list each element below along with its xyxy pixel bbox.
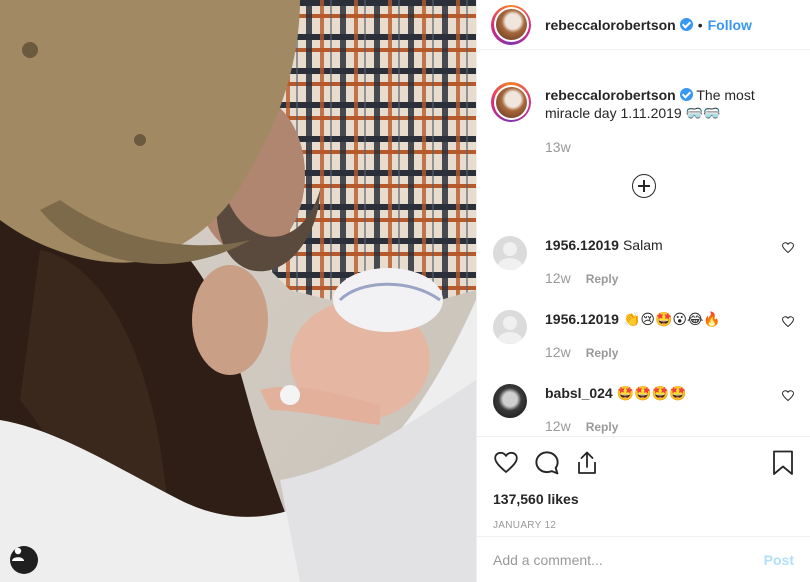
instagram-post: rebeccalorobertson • Follow rebeccalorob… xyxy=(0,0,810,582)
default-avatar[interactable] xyxy=(493,310,527,344)
like-heart-icon[interactable] xyxy=(493,451,519,475)
caption-avatar[interactable] xyxy=(491,82,531,122)
comment-item: 1956.12019 👏😢🤩😮😂🔥 12w Reply xyxy=(493,310,794,362)
follow-button[interactable]: Follow xyxy=(708,17,752,33)
default-avatar[interactable] xyxy=(493,236,527,270)
photo-illustration xyxy=(0,0,476,582)
reply-button[interactable]: Reply xyxy=(586,346,619,360)
post-header: rebeccalorobertson • Follow xyxy=(477,0,810,50)
comment-input[interactable] xyxy=(493,551,764,568)
post-actions: 137,560 likes JANUARY 12 xyxy=(477,436,810,531)
person-icon xyxy=(12,547,24,561)
separator: • xyxy=(697,16,703,33)
verified-badge-icon xyxy=(679,88,693,101)
comment-text: Salam xyxy=(622,237,663,253)
add-comment-bar: Post xyxy=(477,536,810,582)
user-photo-avatar[interactable] xyxy=(493,384,527,418)
comment-time[interactable]: 12w xyxy=(545,270,571,286)
comment-item: babsl_024 🤩🤩🤩🤩 12w Reply xyxy=(493,384,794,436)
post-photo[interactable] xyxy=(0,0,476,582)
comment-text: 👏😢🤩😮😂🔥 xyxy=(622,311,721,327)
reply-button[interactable]: Reply xyxy=(586,272,619,286)
comment-bubble-icon[interactable] xyxy=(534,450,560,476)
reply-button[interactable]: Reply xyxy=(586,420,619,434)
post-comment-button[interactable]: Post xyxy=(764,552,794,568)
comment-text: 🤩🤩🤩🤩 xyxy=(616,385,687,401)
comment-time[interactable]: 12w xyxy=(545,418,571,434)
comment-item: 1956.12019 Salam 12w Reply xyxy=(493,236,794,288)
comment-username[interactable]: babsl_024 xyxy=(545,385,613,401)
bookmark-save-icon[interactable] xyxy=(772,450,794,476)
caption-text-block: rebeccalorobertson The most miracle day … xyxy=(545,86,765,156)
share-icon[interactable] xyxy=(575,450,599,476)
post-caption: rebeccalorobertson The most miracle day … xyxy=(491,66,794,156)
author-username[interactable]: rebeccalorobertson xyxy=(545,17,676,33)
like-comment-heart-icon[interactable] xyxy=(782,390,794,402)
like-comment-heart-icon[interactable] xyxy=(782,242,794,254)
likes-count[interactable]: 137,560 likes xyxy=(493,491,794,507)
caption-username[interactable]: rebeccalorobertson xyxy=(545,87,676,103)
author-avatar[interactable] xyxy=(491,4,531,45)
comments-section: rebeccalorobertson The most miracle day … xyxy=(477,66,810,156)
post-date[interactable]: JANUARY 12 xyxy=(493,520,794,531)
verified-badge-icon xyxy=(679,18,693,31)
comment-username[interactable]: 1956.12019 xyxy=(545,237,619,253)
like-comment-heart-icon[interactable] xyxy=(782,316,794,328)
comment-time[interactable]: 12w xyxy=(545,344,571,360)
action-icons xyxy=(493,449,794,477)
tagged-user-icon[interactable] xyxy=(10,546,38,574)
caption-time[interactable]: 13w xyxy=(545,138,765,156)
post-sidebar: rebeccalorobertson • Follow rebeccalorob… xyxy=(476,0,810,582)
comment-username[interactable]: 1956.12019 xyxy=(545,311,619,327)
load-more-comments-icon[interactable] xyxy=(632,174,656,198)
